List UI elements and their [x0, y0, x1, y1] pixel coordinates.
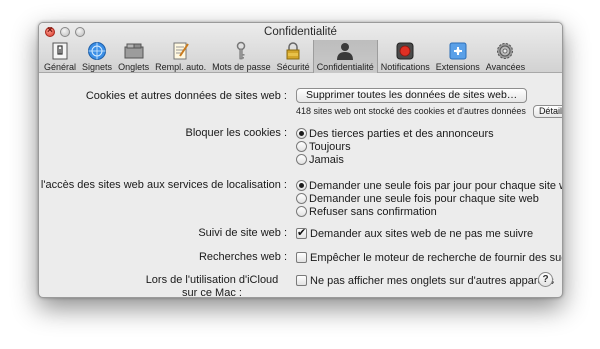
general-icon [52, 42, 68, 60]
tab-notifications[interactable]: Notifications [378, 40, 433, 73]
security-icon [286, 42, 300, 60]
do-not-track-option[interactable]: Demander aux sites web de ne pas me suiv… [296, 226, 534, 240]
radio-label: Jamais [309, 153, 344, 166]
tab-autofill[interactable]: Rempl. auto. [152, 40, 209, 73]
remove-all-website-data-button[interactable]: Supprimer toutes les données de sites we… [296, 88, 528, 103]
cookies-count-text: 418 sites web ont stocké des cookies et … [296, 106, 526, 116]
tab-general[interactable]: Général [41, 40, 79, 73]
tab-extensions[interactable]: Extensions [433, 40, 483, 73]
icloud-tabs-option[interactable]: Ne pas afficher mes onglets sur d'autres… [296, 274, 554, 287]
tab-general-label: Général [44, 62, 77, 72]
location-label: Limiter l'accès des sites web aux servic… [39, 179, 287, 191]
block-cookies-group: Des tierces parties et des annonceurs To… [296, 127, 494, 166]
passwords-icon [237, 41, 246, 60]
tab-privacy-label: Confidentialité [316, 62, 374, 72]
cookies-count-row: 418 sites web ont stocké des cookies et … [296, 105, 562, 118]
radio-label: Demander une seule fois par jour pour ch… [309, 179, 563, 192]
tab-passwords-label: Mots de passe [212, 62, 271, 72]
icloud-tabs-label: Ne pas afficher mes onglets sur d'autres… [310, 274, 555, 287]
tab-tabs[interactable]: Onglets [115, 40, 152, 73]
do-not-track-checkbox[interactable] [296, 226, 307, 239]
tab-notifications-label: Notifications [380, 62, 430, 72]
tab-security-label: Sécurité [276, 62, 310, 72]
block-cookies-label: Bloquer les cookies : [185, 127, 288, 139]
window-title: Confidentialité [264, 26, 337, 38]
extensions-icon [449, 42, 467, 60]
radio-button[interactable] [296, 193, 307, 204]
bookmarks-icon [88, 42, 107, 60]
privacy-icon [337, 43, 354, 60]
tab-autofill-label: Rempl. auto. [155, 62, 207, 72]
tracking-label: Suivi de site web : [198, 227, 287, 239]
advanced-icon [497, 43, 514, 59]
location-option-once[interactable]: Demander une seule fois pour chaque site… [296, 192, 562, 205]
cookies-data-label: Cookies et autres données de sites web : [85, 90, 287, 102]
help-button[interactable]: ? [538, 272, 553, 287]
tab-privacy[interactable]: Confidentialité [312, 40, 378, 73]
tab-extensions-label: Extensions [435, 62, 480, 72]
radio-button[interactable] [296, 141, 307, 152]
radio-button[interactable] [296, 128, 307, 139]
tab-bookmarks[interactable]: Signets [79, 40, 115, 73]
tracking-row: Demander aux sites web de ne pas me suiv… [296, 226, 534, 240]
details-button[interactable]: Détails… [532, 105, 562, 118]
location-group: Demander une seule fois par jour pour ch… [296, 179, 563, 218]
tab-advanced-label: Avancées [485, 62, 526, 72]
tabs-icon [124, 43, 144, 59]
radio-label: Demander une seule fois pour chaque site… [309, 192, 539, 205]
icloud-label: Lors de l'utilisation d'iCloud sur ce Ma… [145, 274, 279, 298]
radio-label: Toujours [309, 140, 351, 153]
tab-passwords[interactable]: Mots de passe [209, 40, 274, 73]
radio-label: Des tierces parties et des annonceurs [309, 127, 494, 140]
preferences-window: Confidentialité Général Signets [38, 22, 563, 298]
autofill-icon [173, 42, 189, 60]
location-option-daily[interactable]: Demander une seule fois par jour pour ch… [296, 179, 563, 192]
notifications-icon [396, 42, 414, 60]
radio-button[interactable] [296, 180, 307, 191]
title-bar: Confidentialité Général Signets [39, 23, 562, 73]
radio-label: Refuser sans confirmation [309, 205, 437, 218]
search-suggestions-label: Empêcher le moteur de recherche de fourn… [310, 251, 562, 264]
tab-bookmarks-label: Signets [82, 62, 113, 72]
location-option-deny[interactable]: Refuser sans confirmation [296, 205, 562, 218]
tab-security[interactable]: Sécurité [274, 40, 313, 73]
cookies-data-controls: Supprimer toutes les données de sites we… [296, 88, 528, 103]
privacy-pane: Cookies et autres données de sites web :… [39, 73, 562, 297]
search-label: Recherches web : [198, 251, 287, 263]
tab-tabs-label: Onglets [118, 62, 150, 72]
block-cookies-option-never[interactable]: Jamais [296, 153, 494, 166]
search-suggestions-option[interactable]: Empêcher le moteur de recherche de fourn… [296, 251, 562, 264]
block-cookies-option-always[interactable]: Toujours [296, 140, 494, 153]
radio-button[interactable] [296, 206, 307, 217]
do-not-track-label: Demander aux sites web de ne pas me suiv… [310, 227, 534, 240]
icloud-row: Ne pas afficher mes onglets sur d'autres… [296, 274, 554, 287]
tab-advanced[interactable]: Avancées [483, 40, 528, 73]
icloud-tabs-checkbox[interactable] [296, 275, 307, 286]
block-cookies-option-third-party[interactable]: Des tierces parties et des annonceurs [296, 127, 494, 140]
radio-button[interactable] [296, 154, 307, 165]
search-suggestions-checkbox[interactable] [296, 252, 307, 263]
preferences-toolbar: Général Signets Onglets Rempl. auto. Mot… [41, 40, 528, 73]
search-row: Empêcher le moteur de recherche de fourn… [296, 251, 562, 264]
